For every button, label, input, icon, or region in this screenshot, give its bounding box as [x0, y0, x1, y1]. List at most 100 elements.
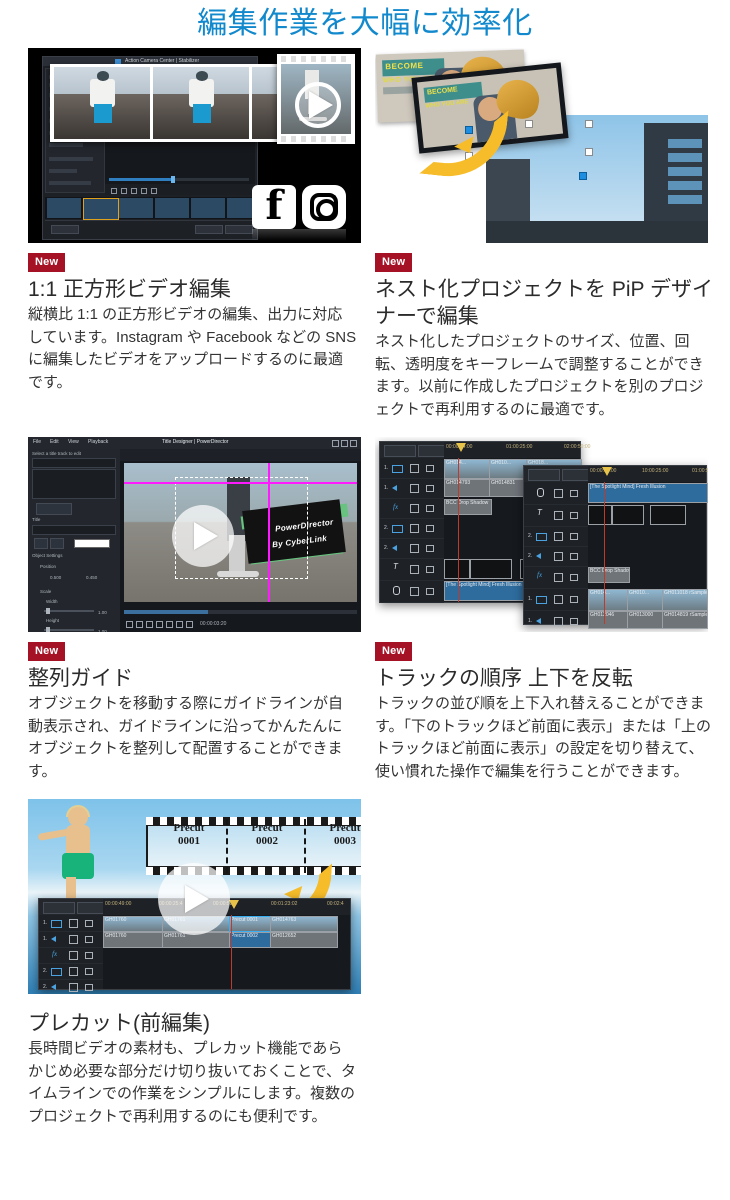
timeline-strip[interactable] [45, 197, 255, 220]
track-visibility-checkbox[interactable] [410, 504, 419, 513]
timeline-clip-selected[interactable]: Precut 0002 [229, 932, 271, 948]
timeline-clip[interactable]: GH01760 [103, 916, 163, 932]
track-lock-icon[interactable] [570, 512, 578, 519]
transport-controls[interactable]: 00:00:03:20 [124, 618, 357, 630]
track-lock-icon[interactable] [85, 920, 93, 927]
timeline-clip[interactable]: GH010... [627, 589, 663, 611]
timeline-clip[interactable]: GH013000 [627, 611, 663, 629]
invert-track-order-screenshot[interactable]: 00:00:04:00 01:00:25:00 02:00:50:00 1. 1… [375, 437, 708, 632]
timeline-panel-front[interactable]: 00:00:04:00 10:00:25:00 01:00:50:00 T 2.… [523, 465, 708, 629]
track-visibility-checkbox[interactable] [410, 587, 419, 596]
bold-button[interactable] [34, 538, 48, 549]
track-visibility-checkbox[interactable] [69, 935, 78, 944]
timeline-clip[interactable]: GH014... [588, 589, 628, 611]
track-visibility-checkbox[interactable] [554, 595, 563, 604]
timeline-clip[interactable]: GH011018 rSample [662, 589, 708, 611]
track-lock-icon[interactable] [426, 588, 434, 595]
square-video-editing-screenshot[interactable]: Action Camera Center | Stabilizer [28, 48, 361, 243]
track-headers[interactable]: 1. 1. fx 2. 2. T [380, 458, 445, 603]
menu-item-view[interactable]: View [68, 439, 79, 445]
pip-handle-tc[interactable] [525, 120, 533, 128]
timeline-clip[interactable] [470, 559, 512, 579]
track-lock-icon[interactable] [570, 533, 578, 540]
timeline-clip[interactable]: GH01760 [103, 932, 163, 948]
playhead[interactable] [458, 458, 459, 602]
track-select-dropdown[interactable] [32, 458, 116, 468]
track-visibility-checkbox[interactable] [410, 484, 419, 493]
menu-item-playback[interactable]: Playback [88, 439, 108, 445]
timeline-clip[interactable]: GH014793 [444, 479, 490, 497]
track-visibility-checkbox[interactable] [554, 552, 563, 561]
timeline-clip[interactable]: GH012652 [270, 932, 338, 948]
track-lock-icon[interactable] [570, 574, 578, 581]
instagram-icon[interactable] [302, 185, 346, 229]
track-visibility-checkbox[interactable] [69, 967, 78, 976]
font-select-dropdown[interactable] [32, 525, 116, 535]
track-lock-icon[interactable] [426, 545, 434, 552]
menu-bar[interactable]: File Edit View Playback Title Designer |… [28, 437, 361, 449]
close-icon[interactable] [350, 440, 357, 447]
width-slider[interactable] [44, 610, 94, 612]
facebook-icon[interactable] [252, 182, 296, 229]
track-visibility-checkbox[interactable] [69, 919, 78, 928]
timeline-clip[interactable]: GH012046 [588, 611, 628, 629]
timeline-clip[interactable]: GH014819 rSample [662, 611, 708, 629]
track-visibility-checkbox[interactable] [554, 532, 563, 541]
track-visibility-checkbox[interactable] [69, 951, 78, 960]
timeline-clip[interactable]: GH010... [489, 459, 527, 479]
timeline-clip[interactable] [444, 559, 470, 579]
timeline-clip[interactable]: PartSample [650, 505, 686, 525]
height-slider[interactable] [44, 629, 94, 631]
track-visibility-checkbox[interactable] [554, 617, 563, 626]
nested-project-pip-screenshot[interactable]: BECOME WHO YOU ARE BECOME WHO YOU ARE [375, 48, 708, 243]
timeline-clip[interactable]: Dev [612, 505, 644, 525]
playhead[interactable] [231, 915, 232, 989]
italic-button[interactable] [50, 538, 64, 549]
track-lock-icon[interactable] [85, 952, 93, 959]
track-visibility-checkbox[interactable] [554, 573, 563, 582]
title-text-box[interactable] [32, 469, 116, 499]
track-headers[interactable]: 1. 1. fx 2. 2. [39, 915, 104, 992]
timeline-clip[interactable]: GH014... [444, 459, 490, 479]
play-button[interactable] [172, 505, 234, 567]
timeline-tracks-area[interactable]: GH01760 GH01761 Precut 0001 GH014763 GH0… [103, 915, 350, 989]
track-lock-icon[interactable] [85, 968, 93, 975]
track-lock-icon[interactable] [85, 936, 93, 943]
timeline-clip[interactable]: [The Spotlight Mind] Fresh Illusion [588, 483, 708, 503]
play-button[interactable] [295, 82, 341, 128]
pip-handle-mr[interactable] [585, 148, 593, 156]
track-visibility-checkbox[interactable] [554, 511, 563, 520]
play-button[interactable] [158, 863, 230, 935]
timeline-clip[interactable]: GH014831 [489, 479, 527, 497]
canvas-toolbar[interactable] [120, 449, 361, 461]
timeline-clip-selected[interactable]: Precut 0001 [229, 916, 271, 932]
track-lock-icon[interactable] [570, 596, 578, 603]
minimize-icon[interactable] [332, 440, 339, 447]
tab-object[interactable] [36, 503, 72, 515]
preview-slider[interactable] [109, 176, 249, 183]
track-lock-icon[interactable] [570, 618, 578, 625]
preview-canvas[interactable]: PowerDirector By CyberLink 00:00:03:20 [120, 449, 361, 632]
track-lock-icon[interactable] [426, 485, 434, 492]
timeline-clip[interactable]: GH014763 [270, 916, 338, 932]
track-lock-icon[interactable] [426, 505, 434, 512]
track-lock-icon[interactable] [570, 553, 578, 560]
track-visibility-checkbox[interactable] [410, 544, 419, 553]
timeline-clip[interactable]: BCC Drop Shadow [588, 567, 630, 583]
pip-handle-br[interactable] [579, 172, 587, 180]
timeline-ruler[interactable]: 00:00:04:00 10:00:25:00 01:00:50:00 [588, 466, 708, 483]
alignment-guides-screenshot[interactable]: File Edit View Playback Title Designer |… [28, 437, 361, 632]
track-visibility-checkbox[interactable] [410, 565, 419, 574]
track-headers[interactable]: T 2. 2. fx 1. 1. [524, 482, 589, 626]
playback-controls[interactable] [105, 184, 255, 195]
width-slider-handle[interactable] [46, 608, 50, 614]
precut-screenshot[interactable]: Precut 0001 Precut 0002 Precut 0003 00:0… [28, 799, 361, 994]
track-visibility-checkbox[interactable] [554, 489, 563, 498]
track-lock-icon[interactable] [85, 984, 93, 991]
timeline-clip[interactable] [588, 505, 612, 525]
dialog-buttons[interactable] [45, 220, 255, 237]
track-visibility-checkbox[interactable] [69, 983, 78, 992]
track-lock-icon[interactable] [426, 465, 434, 472]
timeline-ruler[interactable]: 00:00:04:00 01:00:25:00 02:00:50:00 [444, 442, 590, 459]
track-lock-icon[interactable] [426, 566, 434, 573]
